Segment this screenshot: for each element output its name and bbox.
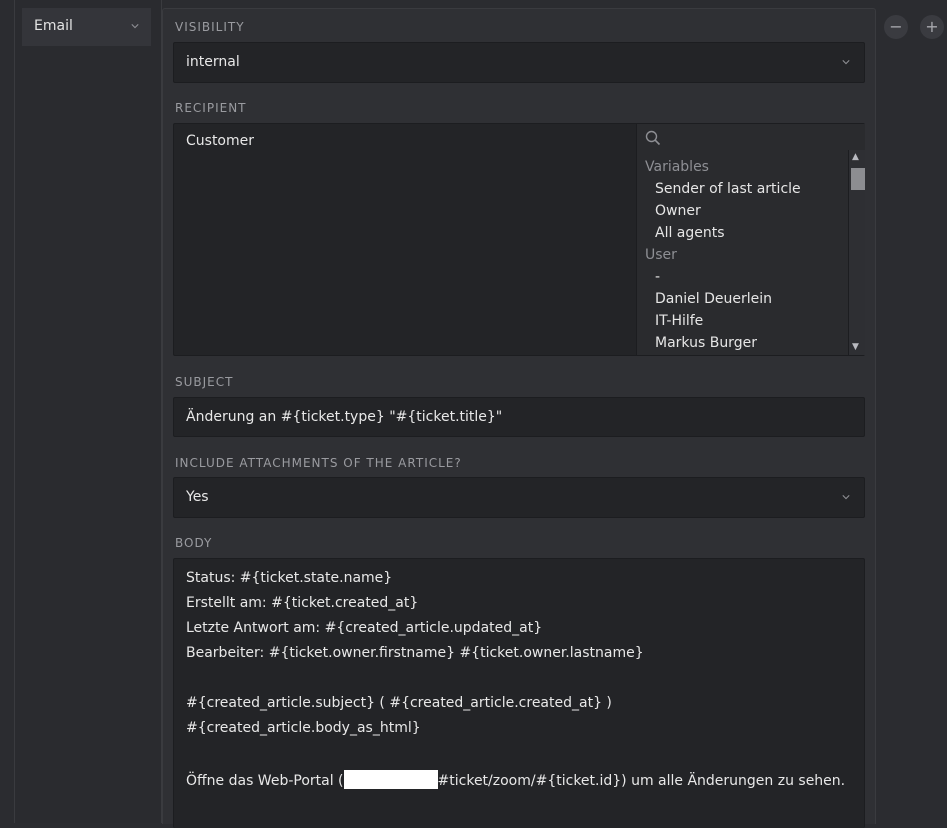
action-type-value: Email xyxy=(34,18,73,34)
subject-label: Subject xyxy=(175,375,234,389)
visibility-value: internal xyxy=(186,54,240,70)
chevron-down-icon xyxy=(842,60,850,65)
recipient-picker: Variables Sender of last article Owner A… xyxy=(636,124,865,355)
visibility-label: Visibility xyxy=(175,20,245,34)
subject-input[interactable]: Änderung an #{ticket.type} "#{ticket.tit… xyxy=(173,397,865,437)
picker-option[interactable]: IT-Hilfe xyxy=(655,313,703,329)
attachments-label: Include attachments of the article? xyxy=(175,456,462,470)
body-line: Erstellt am: #{ticket.created_at} xyxy=(186,595,419,611)
scroll-down-icon[interactable]: ▼ xyxy=(852,343,859,352)
body-editor[interactable]: Status: #{ticket.state.name} Erstellt am… xyxy=(173,558,865,828)
chevron-down-icon xyxy=(842,495,850,500)
body-line: Letzte Antwort am: #{created_article.upd… xyxy=(186,620,543,636)
recipient-selected[interactable]: Customer xyxy=(186,133,254,149)
body-label: Body xyxy=(175,536,213,550)
scrollbar-thumb[interactable] xyxy=(851,168,865,190)
recipient-field: Customer Variables Sender of last articl… xyxy=(173,123,865,356)
visibility-select[interactable]: internal xyxy=(173,42,865,83)
search-icon[interactable] xyxy=(645,130,661,146)
picker-group-user: User xyxy=(645,247,677,263)
left-column xyxy=(14,0,162,823)
portal-line-prefix: Öffne das Web-Portal ( xyxy=(186,773,344,789)
body-line: #{created_article.body_as_html} xyxy=(186,720,421,736)
picker-option[interactable]: - xyxy=(655,269,660,285)
picker-option[interactable]: Markus Burger xyxy=(655,335,757,351)
picker-option[interactable]: Sender of last article xyxy=(655,181,801,197)
body-portal-line: Öffne das Web-Portal ( #ticket/zoom/#{tic… xyxy=(186,770,845,789)
attachments-value: Yes xyxy=(186,489,209,505)
body-line: Status: #{ticket.state.name} xyxy=(186,570,393,586)
action-type-select[interactable]: Email xyxy=(22,8,151,46)
body-line: #{created_article.subject} ( #{created_a… xyxy=(186,695,612,711)
chevron-down-icon xyxy=(131,24,139,29)
portal-line-suffix: #ticket/zoom/#{ticket.id}) um alle Änder… xyxy=(437,773,846,789)
attachments-select[interactable]: Yes xyxy=(173,477,865,518)
picker-group-variables: Variables xyxy=(645,159,709,175)
remove-button[interactable]: − xyxy=(884,15,908,39)
recipient-label: Recipient xyxy=(175,101,247,115)
scroll-up-icon[interactable]: ▲ xyxy=(852,153,859,162)
picker-option[interactable]: All agents xyxy=(655,225,725,241)
picker-option[interactable]: Owner xyxy=(655,203,701,219)
body-line: Bearbeiter: #{ticket.owner.firstname} #{… xyxy=(186,645,644,661)
redacted-url xyxy=(343,770,438,789)
picker-option[interactable]: Daniel Deuerlein xyxy=(655,291,772,307)
picker-scrollbar[interactable]: ▲ ▼ xyxy=(848,150,865,355)
subject-value: Änderung an #{ticket.type} "#{ticket.tit… xyxy=(186,409,503,425)
add-button[interactable]: + xyxy=(920,15,944,39)
